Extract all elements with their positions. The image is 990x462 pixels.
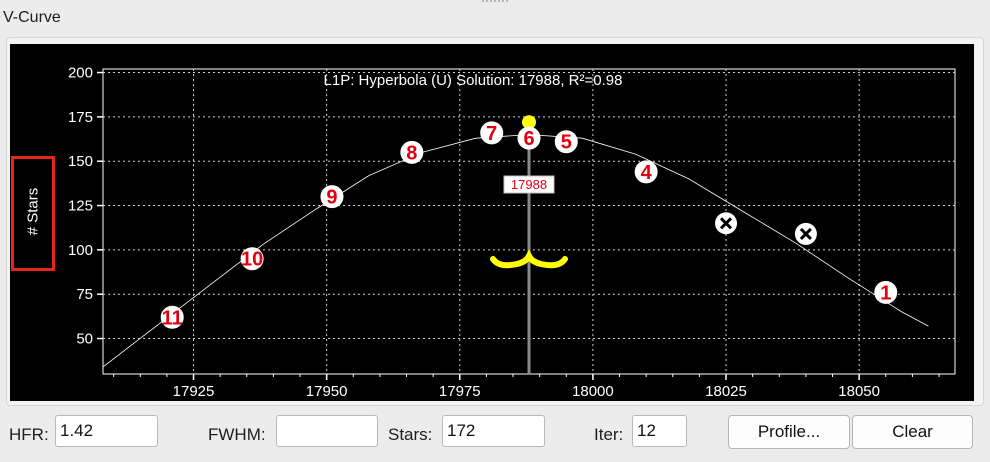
data-point-label: 10	[241, 249, 263, 271]
splitter-handle[interactable]	[482, 0, 508, 6]
y-tick-label: 175	[68, 109, 93, 126]
fwhm-label: FWHM:	[208, 425, 266, 444]
y-axis-label-highlight: # Stars	[11, 156, 55, 271]
y-tick-label: 150	[68, 153, 93, 170]
x-tick-label: 17925	[173, 383, 215, 400]
y-axis-label: # Stars	[24, 187, 42, 236]
y-tick-label: 200	[68, 65, 93, 82]
group-title: V-Curve	[3, 9, 61, 26]
fwhm-field[interactable]	[276, 415, 378, 447]
y-tick-label: 50	[76, 331, 93, 348]
x-tick-label: 18050	[838, 383, 880, 400]
x-tick-label: 17950	[306, 383, 348, 400]
solution-label: 17988	[511, 177, 547, 192]
data-point-label: 5	[561, 132, 572, 154]
y-tick-label: 125	[68, 198, 93, 215]
stars-label: Stars:	[388, 425, 433, 444]
iter-field[interactable]	[632, 415, 687, 447]
chart-title: L1P: Hyperbola (U) Solution: 17988, R²=0…	[324, 72, 623, 89]
x-tick-label: 17975	[439, 383, 481, 400]
y-tick-label: 100	[68, 242, 93, 259]
hfr-field[interactable]	[55, 415, 158, 447]
iter-label: Iter:	[594, 425, 624, 444]
data-point-label: 7	[486, 123, 497, 145]
hfr-label: HFR:	[9, 425, 49, 444]
vcurve-plot[interactable]: 50 75 100 125 150 175 200 17925 17950 17975 18000 1…	[10, 44, 974, 401]
data-point-label: 6	[523, 128, 534, 150]
status-bar: HFR: FWHM: Stars: Iter: Profile... Clear	[0, 412, 990, 452]
y-tick-label: 75	[76, 286, 93, 303]
data-point-label: 9	[326, 187, 337, 209]
profile-button[interactable]: Profile...	[728, 415, 850, 449]
data-point-label: 8	[406, 142, 417, 164]
data-point-label: 4	[641, 162, 653, 184]
x-tick-label: 18000	[572, 383, 614, 400]
data-point-label: 1	[880, 282, 891, 304]
x-tick-label: 18025	[705, 383, 747, 400]
data-point-label: 11	[162, 307, 183, 329]
vcurve-chart: 507510012515017520017925 17950 17975 18000 1…	[68, 65, 956, 400]
clear-button[interactable]: Clear	[852, 415, 973, 449]
stars-field[interactable]	[442, 415, 545, 447]
fit-curve	[102, 134, 929, 368]
